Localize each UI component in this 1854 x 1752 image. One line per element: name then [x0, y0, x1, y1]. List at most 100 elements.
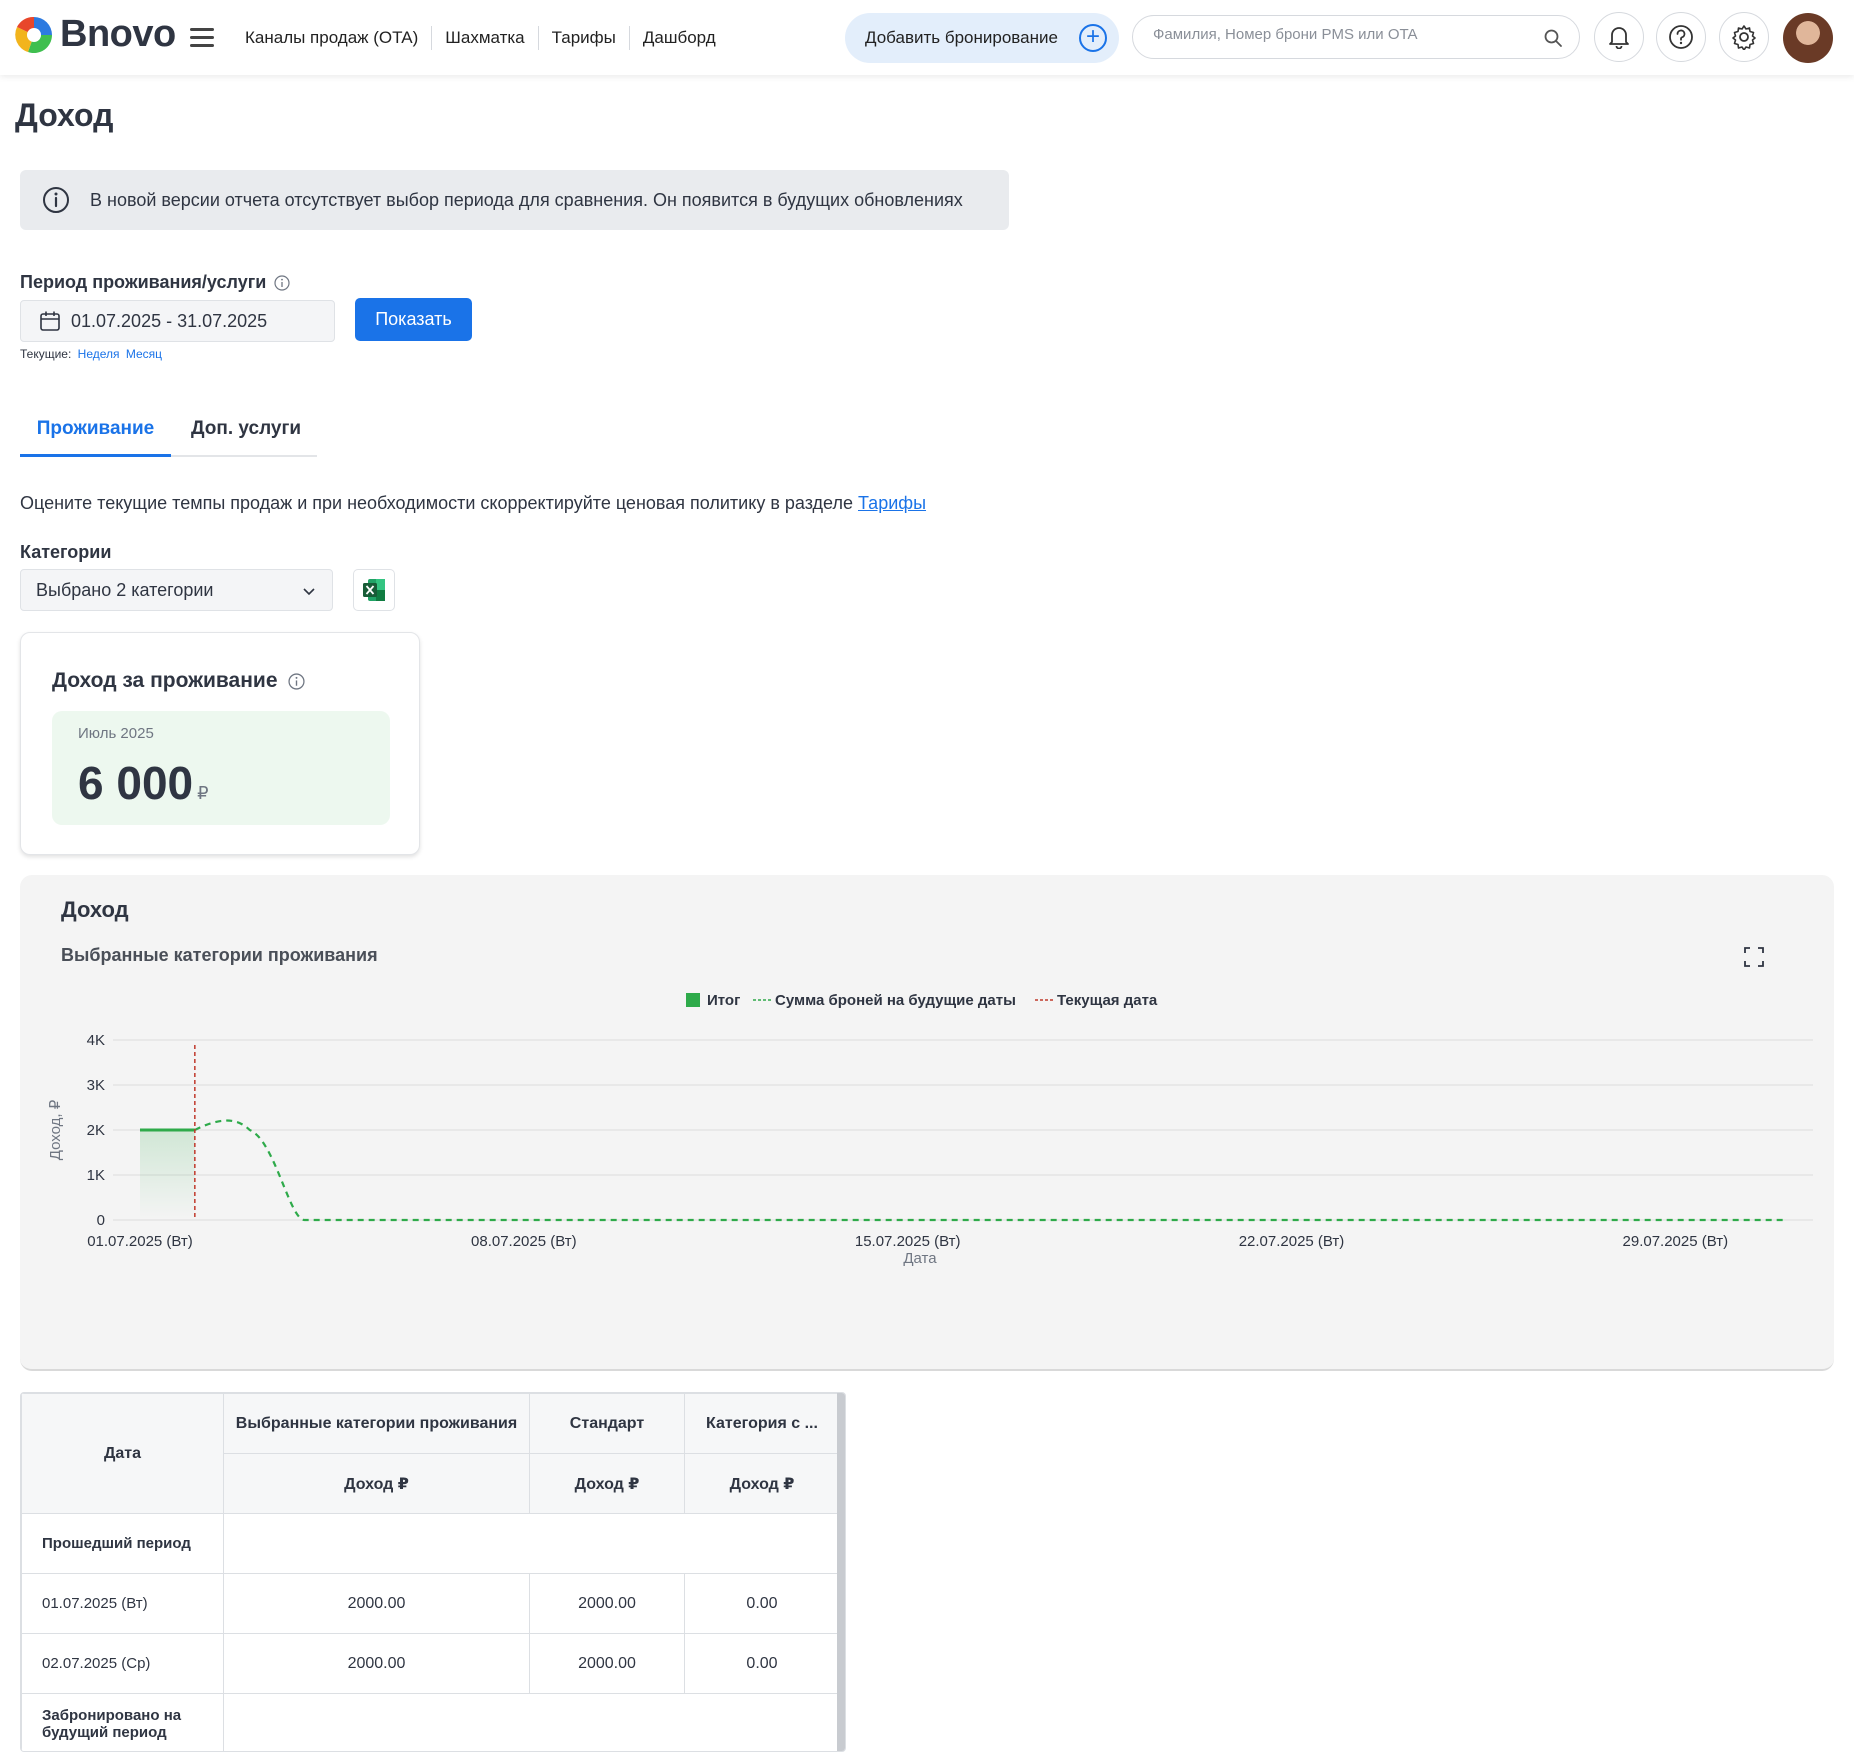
date-range-picker[interactable]: 01.07.2025 - 31.07.2025 — [20, 300, 335, 342]
x-tick-label: 29.07.2025 (Вт) — [1623, 1233, 1729, 1250]
x-tick-label: 01.07.2025 (Вт) — [87, 1233, 193, 1250]
info-icon — [43, 187, 69, 213]
income-kpi-card: Доход за проживание Июль 2025 6 000 ₽ — [20, 632, 420, 855]
kpi-period: Июль 2025 — [78, 725, 154, 742]
table-cell: 0.00 — [684, 1633, 840, 1694]
table-scrollbar[interactable] — [837, 1393, 845, 1751]
info-icon[interactable] — [274, 274, 290, 291]
gear-icon — [1732, 25, 1756, 50]
description: Оцените текущие темпы продаж и при необх… — [20, 493, 926, 514]
table-header-group: Категория с ... — [684, 1393, 840, 1454]
info-icon[interactable] — [287, 672, 305, 690]
legend-label: Сумма броней на будущие даты — [775, 992, 1016, 1009]
income-table: Дата Выбранные категории проживания Стан… — [20, 1392, 846, 1752]
series-area-itog — [140, 1130, 195, 1220]
excel-export-button[interactable] — [353, 569, 395, 611]
table-cell — [223, 1513, 840, 1574]
x-tick-label: 22.07.2025 (Вт) — [1239, 1233, 1345, 1250]
logo[interactable]: Bnovo — [14, 13, 176, 56]
info-banner: В новой версии отчета отсутствует выбор … — [20, 170, 1009, 230]
table-cell: 2000.00 — [529, 1573, 685, 1634]
nav-item-ota[interactable]: Каналы продаж (OTA) — [232, 26, 433, 50]
top-bar: Bnovo Каналы продаж (OTA) Шахматка Тариф… — [0, 0, 1854, 75]
table-row: 01.07.2025 (Вт) 2000.00 2000.00 0.00 — [21, 1573, 840, 1634]
categories-label: Категории — [20, 542, 112, 562]
calendar-icon — [40, 311, 60, 331]
y-tick-label: 2K — [87, 1122, 105, 1139]
kpi-title-text: Доход за проживание — [52, 669, 278, 692]
period-label: Период проживания/услуги — [20, 272, 290, 293]
current-prefix: Текущие: — [20, 347, 72, 361]
tab-extra-services[interactable]: Доп. услуги — [191, 408, 301, 457]
table-subheader: Доход ₽ — [684, 1453, 840, 1514]
nav-item-chessboard[interactable]: Шахматка — [432, 26, 539, 50]
kpi-value-number: 6 000 — [78, 757, 194, 809]
table-row: Прошедший период — [21, 1513, 840, 1574]
table-cell: 2000.00 — [223, 1633, 530, 1694]
income-line-chart: 0 1K 2K 3K 4K 01.07.2025 (Вт) 08.07.2025 (Вт) 1… — [47, 992, 1813, 1267]
table-header-group: Стандарт — [529, 1393, 685, 1454]
series-line-future-bookings — [194, 1119, 1785, 1222]
table-date-cell: 01.07.2025 (Вт) — [21, 1573, 224, 1634]
nav-item-tariffs[interactable]: Тарифы — [539, 26, 630, 50]
categories-select[interactable]: Выбрано 2 категории — [20, 569, 333, 611]
tariffs-link[interactable]: Тарифы — [858, 493, 926, 513]
notifications-button[interactable] — [1594, 12, 1644, 62]
search-icon[interactable] — [1543, 28, 1563, 48]
table-header-date: Дата — [21, 1393, 224, 1514]
kpi-value-box: Июль 2025 6 000 ₽ — [52, 711, 390, 825]
table-section-label: Прошедший период — [21, 1513, 224, 1574]
table-section-label: Забронировано на будущий период — [21, 1693, 224, 1751]
y-axis-label: Доход, ₽ — [47, 1099, 64, 1160]
legend-label: Итог — [707, 992, 740, 1009]
description-text: Оцените текущие темпы продаж и при необх… — [20, 493, 853, 513]
excel-icon — [363, 579, 385, 601]
x-tick-label: 15.07.2025 (Вт) — [855, 1233, 961, 1250]
chevron-down-icon — [303, 588, 315, 596]
legend-label: Текущая дата — [1057, 992, 1158, 1009]
table-cell: 2000.00 — [223, 1573, 530, 1634]
menu-icon[interactable] — [190, 28, 214, 48]
x-tick-label: 08.07.2025 (Вт) — [471, 1233, 577, 1250]
table-cell — [223, 1693, 840, 1751]
date-range-value: 01.07.2025 - 31.07.2025 — [71, 310, 268, 331]
y-tick-label: 3K — [87, 1077, 105, 1094]
kpi-currency: ₽ — [197, 783, 209, 803]
main-nav: Каналы продаж (OTA) Шахматка Тарифы Дашб… — [232, 26, 729, 50]
add-booking-label: Добавить бронирование — [865, 28, 1058, 47]
table-header-group: Выбранные категории проживания — [223, 1393, 530, 1454]
table-date-cell: 02.07.2025 (Ср) — [21, 1633, 224, 1694]
table-subheader: Доход ₽ — [529, 1453, 685, 1514]
current-week-link[interactable]: Неделя — [78, 347, 120, 361]
tabs: Проживание Доп. услуги — [20, 408, 317, 457]
logo-text: Bnovo — [60, 13, 176, 55]
income-chart-panel: Доход Выбранные категории проживания 0 1K… — [20, 875, 1834, 1371]
logo-icon — [15, 16, 53, 53]
nav-item-dashboard[interactable]: Дашборд — [630, 26, 729, 50]
plus-circle-icon: + — [1079, 24, 1107, 52]
show-button[interactable]: Показать — [355, 298, 472, 341]
kpi-value: 6 000 ₽ — [78, 756, 209, 810]
table-row: 02.07.2025 (Ср) 2000.00 2000.00 0.00 — [21, 1633, 840, 1694]
page-title: Доход — [15, 97, 114, 133]
info-banner-text: В новой версии отчета отсутствует выбор … — [90, 189, 963, 210]
add-booking-button[interactable]: Добавить бронирование + — [845, 13, 1119, 63]
current-month-link[interactable]: Месяц — [126, 347, 162, 361]
table-cell: 2000.00 — [529, 1633, 685, 1694]
period-label-text: Период проживания/услуги — [20, 272, 267, 292]
y-tick-label: 4K — [87, 1032, 105, 1049]
legend-swatch — [686, 993, 700, 1007]
help-icon — [1669, 25, 1693, 49]
avatar[interactable] — [1783, 13, 1833, 63]
categories-value: Выбрано 2 категории — [36, 579, 214, 600]
settings-button[interactable] — [1719, 12, 1769, 62]
search-box — [1132, 15, 1580, 59]
search-input[interactable] — [1153, 26, 1533, 43]
help-button[interactable] — [1656, 12, 1706, 62]
kpi-title: Доход за проживание — [52, 669, 305, 693]
current-period-shortcuts: Текущие: Неделя Месяц — [20, 347, 162, 361]
table-cell: 0.00 — [684, 1573, 840, 1634]
table-row: Забронировано на будущий период — [21, 1693, 840, 1751]
tab-accommodation[interactable]: Проживание — [20, 408, 171, 457]
bell-icon — [1609, 27, 1629, 49]
